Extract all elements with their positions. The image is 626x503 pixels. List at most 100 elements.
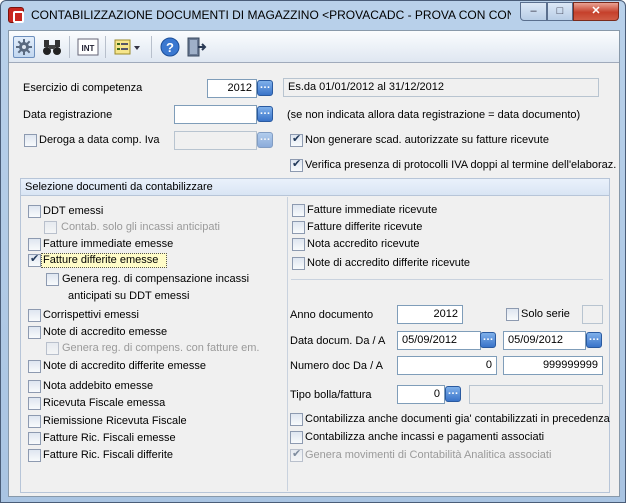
nota-addebito-label: Nota addebito emesse [43,380,154,392]
anno-documento-input[interactable]: 2012 [397,305,463,324]
deroga-date-picker-button[interactable]: … [257,132,273,148]
verifica-protocolli-checkbox[interactable] [290,157,303,172]
fatture-differite-ricevute-label: Fatture differite ricevute [307,221,423,233]
esercizio-input[interactable]: 2012 [207,79,257,98]
fatture-immediate-emesse-checkbox[interactable] [28,238,41,251]
fatture-immediate-ricevute-checkbox[interactable] [292,204,305,217]
gear-icon[interactable] [13,36,35,58]
exit-door-icon[interactable] [185,36,207,58]
non-generare-scad-checkbox[interactable] [290,132,303,147]
genera-reg-compens-checkbox[interactable] [46,342,59,355]
solo-serie-checkbox[interactable] [506,308,519,321]
note-accredito-differite-emesse-label: Note di accredito differite emesse [43,360,207,372]
svg-text:INT: INT [82,44,95,53]
deroga-checkbox[interactable] [24,134,37,147]
fatture-immediate-ricevute-label: Fatture immediate ricevute [307,204,438,216]
data-a-picker-button[interactable]: … [586,332,602,348]
fatture-ric-fiscali-differite-label: Fatture Ric. Fiscali differite [43,449,174,461]
deroga-label: Deroga a data comp. Iva [39,134,160,146]
note-accredito-differite-ricevute-label: Note di accredito differite ricevute [307,257,471,269]
esercizio-label: Esercizio di competenza [23,82,143,94]
app-icon [8,7,24,23]
numero-documento-label: Numero doc Da / A [290,360,383,372]
tipo-bolla-input[interactable]: 0 [397,385,445,404]
nota-accredito-ricevute-label: Nota accredito ricevute [307,238,420,250]
contabilizza-incassi-checkbox[interactable] [290,431,303,444]
nota-accredito-ricevute-checkbox[interactable] [292,238,305,251]
contabilizza-documenti-checkbox[interactable] [290,413,303,426]
note-accredito-differite-emesse-checkbox[interactable] [28,360,41,373]
tipo-bolla-description [469,385,603,404]
minimize-button[interactable]: – [520,2,547,21]
data-registrazione-label: Data registrazione [23,109,113,121]
fatture-ric-fiscali-differite-checkbox[interactable] [28,449,41,462]
data-documento-a-input[interactable]: 05/09/2012 [503,331,586,350]
note-accredito-emesse-checkbox[interactable] [28,326,41,339]
riemissione-ricevuta-checkbox[interactable] [28,415,41,428]
genera-compensazione-checkbox[interactable] [46,273,59,286]
solo-serie-label: Solo serie [521,308,570,320]
ricevuta-fiscale-checkbox[interactable] [28,397,41,410]
numero-documento-da-input[interactable]: 0 [397,356,497,375]
contabilizza-incassi-label: Contabilizza anche incassi e pagamenti a… [305,431,545,443]
toolbar-separator [105,36,106,58]
fatture-ric-fiscali-emesse-label: Fatture Ric. Fiscali emesse [43,432,176,444]
numero-documento-a-input[interactable]: 999999999 [503,356,603,375]
deroga-date-input[interactable] [174,131,257,150]
corrispettivi-label: Corrispettivi emessi [43,309,139,321]
fatture-ric-fiscali-emesse-checkbox[interactable] [28,432,41,445]
solo-serie-input[interactable] [582,305,603,324]
right-divider [291,279,603,280]
window-title: CONTABILIZZAZIONE DOCUMENTI DI MAGAZZINO… [31,8,511,22]
selezione-documenti-group: Selezione documenti da contabilizzare DD… [20,178,610,493]
anno-documento-label: Anno documento [290,309,374,321]
data-documento-label: Data docum. Da / A [290,335,386,347]
data-registrazione-input[interactable] [174,105,257,124]
toolbar-separator [151,36,152,58]
list-dropdown-icon[interactable] [113,36,143,58]
ddt-emessi-checkbox[interactable] [28,205,41,218]
fatture-differite-emesse-label: Fatture differite emesse [43,254,159,266]
riemissione-ricevuta-label: Riemissione Ricevuta Fiscale [43,415,187,427]
corrispettivi-checkbox[interactable] [28,309,41,322]
ricevuta-fiscale-label: Ricevuta Fiscale emessa [43,397,166,409]
int-icon[interactable]: INT [77,36,99,58]
nota-addebito-checkbox[interactable] [28,380,41,393]
fatture-differite-emesse-checkbox[interactable] [28,252,41,267]
genera-analitica-label: Genera movimenti di Contabilità Analitic… [305,449,552,461]
note-accredito-differite-ricevute-checkbox[interactable] [292,257,305,270]
data-registrazione-note: (se non indicata allora data registrazio… [287,109,581,121]
genera-compensazione-label-2: anticipati su DDT emessi [68,290,190,302]
group-title: Selezione documenti da contabilizzare [21,179,609,196]
maximize-button[interactable]: □ [547,2,573,21]
contabilizza-documenti-label: Contabilizza anche documenti gia' contab… [305,413,610,425]
binoculars-icon[interactable] [41,36,63,58]
data-registrazione-picker-button[interactable]: … [257,106,273,122]
note-accredito-emesse-label: Note di accredito emesse [43,326,168,338]
close-button[interactable]: ✕ [573,2,619,21]
help-icon[interactable]: ? [159,36,181,58]
client-area: INT ? Esercizio di competenza 2012 … Es.… [8,30,620,497]
contab-incassi-label: Contab. solo gli incassi anticipati [61,221,220,233]
data-da-picker-button[interactable]: … [480,332,496,348]
title-bar[interactable]: CONTABILIZZAZIONE DOCUMENTI DI MAGAZZINO… [1,1,625,29]
group-divider [287,197,288,491]
tipo-bolla-lookup-button[interactable]: … [445,386,461,402]
esercizio-description: Es.da 01/01/2012 al 31/12/2012 [283,78,599,97]
non-generare-scad-label: Non generare scad. autorizzate su fattur… [305,134,549,146]
svg-text:?: ? [166,40,174,55]
tipo-bolla-label: Tipo bolla/fattura [290,389,372,401]
toolbar: INT ? [9,31,619,63]
data-documento-da-input[interactable]: 05/09/2012 [397,331,481,350]
main-window: CONTABILIZZAZIONE DOCUMENTI DI MAGAZZINO… [0,0,626,503]
genera-compensazione-label: Genera reg. di compensazione incassi [62,273,250,285]
toolbar-separator [69,36,70,58]
fatture-immediate-emesse-label: Fatture immediate emesse [43,238,174,250]
ddt-emessi-label: DDT emessi [43,205,104,217]
fatture-differite-ricevute-checkbox[interactable] [292,221,305,234]
contab-incassi-checkbox[interactable] [44,221,57,234]
verifica-protocolli-label: Verifica presenza di protocolli IVA dopp… [305,159,617,171]
genera-analitica-checkbox[interactable] [290,447,303,462]
genera-reg-compens-label: Genera reg. di compens. con fatture em. [62,342,260,354]
esercizio-lookup-button[interactable]: … [257,80,273,96]
